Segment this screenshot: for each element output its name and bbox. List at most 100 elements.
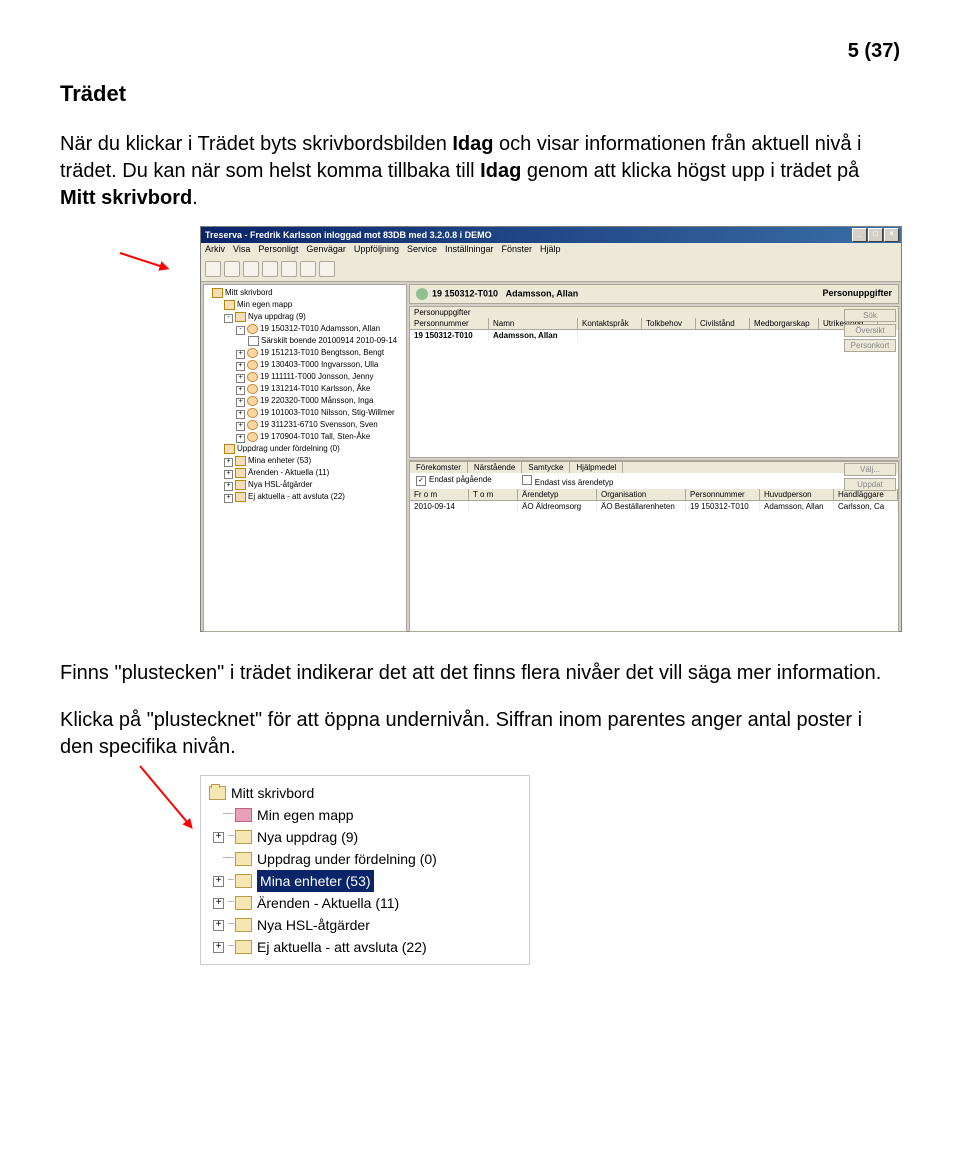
expand-icon[interactable]: + xyxy=(213,876,224,887)
toolbar-button[interactable] xyxy=(224,261,240,277)
header-id: 19 150312-T010 xyxy=(432,288,498,298)
tree-item[interactable]: Uppdrag under fördelning (0) xyxy=(206,443,404,455)
titlebar: Treserva - Fredrik Karlsson inloggad mot… xyxy=(201,227,901,243)
toolbar-button[interactable] xyxy=(281,261,297,277)
content-panel: 19 150312-T010 Adamsson, Allan Personupp… xyxy=(409,284,899,632)
tree-label: Nya HSL-åtgärder xyxy=(257,914,370,936)
header-section: Personuppgifter xyxy=(822,288,892,300)
menu-item[interactable]: Inställningar xyxy=(445,244,494,258)
tree-root[interactable]: Mitt skrivbord xyxy=(206,287,404,299)
tree-item[interactable]: +┈ Nya HSL-åtgärder xyxy=(209,914,521,936)
folder-icon xyxy=(235,852,252,866)
close-button[interactable]: × xyxy=(884,228,899,242)
expand-icon[interactable]: + xyxy=(213,832,224,843)
menu-item[interactable]: Uppföljning xyxy=(354,244,399,258)
text-bold: Mitt skrivbord xyxy=(60,187,192,209)
tree-item[interactable]: +┈ Ej aktuella - att avsluta (22) xyxy=(209,936,521,958)
tree-item[interactable]: +Mina enheter (53) xyxy=(206,455,404,467)
folder-open-icon xyxy=(209,786,226,800)
tab[interactable]: Förekomster xyxy=(410,462,468,473)
tabs: Förekomster Närstående Samtycke Hjälpmed… xyxy=(410,461,898,473)
tree-item[interactable]: +19 131214-T010 Karlsson, Åke xyxy=(206,383,404,395)
folder-icon xyxy=(235,830,252,844)
folder-icon xyxy=(235,808,252,822)
tree-item[interactable]: +Nya HSL-åtgärder xyxy=(206,479,404,491)
folder-icon xyxy=(235,896,252,910)
tree-item[interactable]: ┈┈ Min egen mapp xyxy=(209,804,521,826)
section-title: Trädet xyxy=(60,81,900,107)
minimize-button[interactable]: _ xyxy=(852,228,867,242)
app-screenshot: Treserva - Fredrik Karlsson inloggad mot… xyxy=(200,226,902,632)
window-title: Treserva - Fredrik Karlsson inloggad mot… xyxy=(205,230,492,240)
tree-item[interactable]: Min egen mapp xyxy=(206,299,404,311)
tree-item[interactable]: -19 150312-T010 Adamsson, Allan xyxy=(206,323,404,335)
tree-label: Ej aktuella - att avsluta (22) xyxy=(257,936,427,958)
search-button[interactable]: Sök xyxy=(844,309,896,322)
menu-item[interactable]: Fönster xyxy=(502,244,533,258)
menu-item[interactable]: Service xyxy=(407,244,437,258)
tree-item[interactable]: +19 130403-T000 Ingvarsson, Ulla xyxy=(206,359,404,371)
tree-label: Uppdrag under fördelning (0) xyxy=(257,848,437,870)
maximize-button[interactable]: □ xyxy=(868,228,883,242)
expand-icon[interactable]: + xyxy=(213,920,224,931)
person-grid-panel: Personuppgifter Personnummer Namn Kontak… xyxy=(409,306,899,458)
toolbar-button[interactable] xyxy=(262,261,278,277)
tree-item[interactable]: +19 151213-T010 Bengtsson, Bengt xyxy=(206,347,404,359)
tab[interactable]: Hjälpmedel xyxy=(570,462,623,473)
person-icon xyxy=(416,288,428,300)
tree-panel[interactable]: Mitt skrivbord Min egen mapp -Nya uppdra… xyxy=(203,284,407,632)
grid-header: Fr o m T o m Ärendetyp Organisation Pers… xyxy=(410,489,898,501)
page-number: 5 (37) xyxy=(60,40,900,63)
menu-item[interactable]: Visa xyxy=(233,244,250,258)
tree-item[interactable]: +19 220320-T000 Månsson, Inga xyxy=(206,395,404,407)
grid-row[interactable]: 19 150312-T010 Adamsson, Allan xyxy=(410,330,898,341)
menu-item[interactable]: Genvägar xyxy=(306,244,346,258)
toolbar-button[interactable] xyxy=(243,261,259,277)
menu-item[interactable]: Arkiv xyxy=(205,244,225,258)
toolbar-button[interactable] xyxy=(205,261,221,277)
text: När du klickar i Trädet byts skrivbordsb… xyxy=(60,133,452,155)
tree-label: Ärenden - Aktuella (11) xyxy=(257,892,399,914)
text: genom att klicka högst upp i trädet på xyxy=(521,160,859,182)
checkbox-ongoing[interactable]: ✓Endast pågående xyxy=(416,475,492,487)
cases-panel: Förekomster Närstående Samtycke Hjälpmed… xyxy=(409,460,899,632)
overview-button[interactable]: Översikt xyxy=(844,324,896,337)
folder-icon xyxy=(235,918,252,932)
menu-item[interactable]: Hjälp xyxy=(540,244,561,258)
toolbar xyxy=(201,259,901,282)
tree-item[interactable]: +19 311231-6710 Svensson, Sven xyxy=(206,419,404,431)
folder-icon xyxy=(235,874,252,888)
tree-item[interactable]: +19 101003-T010 Nilsson, Stig-Willmer xyxy=(206,407,404,419)
personcard-button[interactable]: Personkort xyxy=(844,339,896,352)
paragraph-3: Klicka på "plustecknet" för att öppna un… xyxy=(60,707,900,761)
tree-label: Mitt skrivbord xyxy=(231,782,314,804)
expand-icon[interactable]: + xyxy=(213,942,224,953)
menu-item[interactable]: Personligt xyxy=(258,244,298,258)
menubar: Arkiv Visa Personligt Genvägar Uppföljni… xyxy=(201,243,901,259)
red-arrow-icon xyxy=(139,765,192,828)
toolbar-button[interactable] xyxy=(319,261,335,277)
tree-item[interactable]: +Ej aktuella - att avsluta (22) xyxy=(206,491,404,503)
tree-item[interactable]: +Ärenden - Aktuella (11) xyxy=(206,467,404,479)
tree-item[interactable]: -Nya uppdrag (9) xyxy=(206,311,404,323)
expand-icon[interactable]: + xyxy=(213,898,224,909)
tree-item[interactable]: +┈ Nya uppdrag (9) xyxy=(209,826,521,848)
toolbar-button[interactable] xyxy=(300,261,316,277)
tab[interactable]: Närstående xyxy=(468,462,522,473)
tree-item-selected[interactable]: +┈ Mina enheter (53) xyxy=(209,870,521,892)
tree-item[interactable]: +19 170904-T010 Tall, Sten-Åke xyxy=(206,431,404,443)
tree-item[interactable]: +┈ Ärenden - Aktuella (11) xyxy=(209,892,521,914)
tree-item[interactable]: Särskilt boende 20100914 2010-09-14 xyxy=(206,335,404,347)
content-header: 19 150312-T010 Adamsson, Allan Personupp… xyxy=(409,284,899,304)
tree-root[interactable]: Mitt skrivbord xyxy=(209,782,521,804)
tree-item[interactable]: +19 111111-T000 Jonsson, Jenny xyxy=(206,371,404,383)
tree-label: Min egen mapp xyxy=(257,804,354,826)
checkbox-casetype[interactable]: Endast viss ärendetyp xyxy=(522,475,614,487)
tree-label: Nya uppdrag (9) xyxy=(257,826,358,848)
tab[interactable]: Samtycke xyxy=(522,462,570,473)
text-bold: Idag xyxy=(452,133,493,155)
choose-button[interactable]: Välj... xyxy=(844,463,896,476)
update-button[interactable]: Uppdat xyxy=(844,478,896,491)
tree-item[interactable]: ┈┈ Uppdrag under fördelning (0) xyxy=(209,848,521,870)
grid-row[interactable]: 2010-09-14 ÄO Äldreomsorg ÄO Beställaren… xyxy=(410,501,898,512)
